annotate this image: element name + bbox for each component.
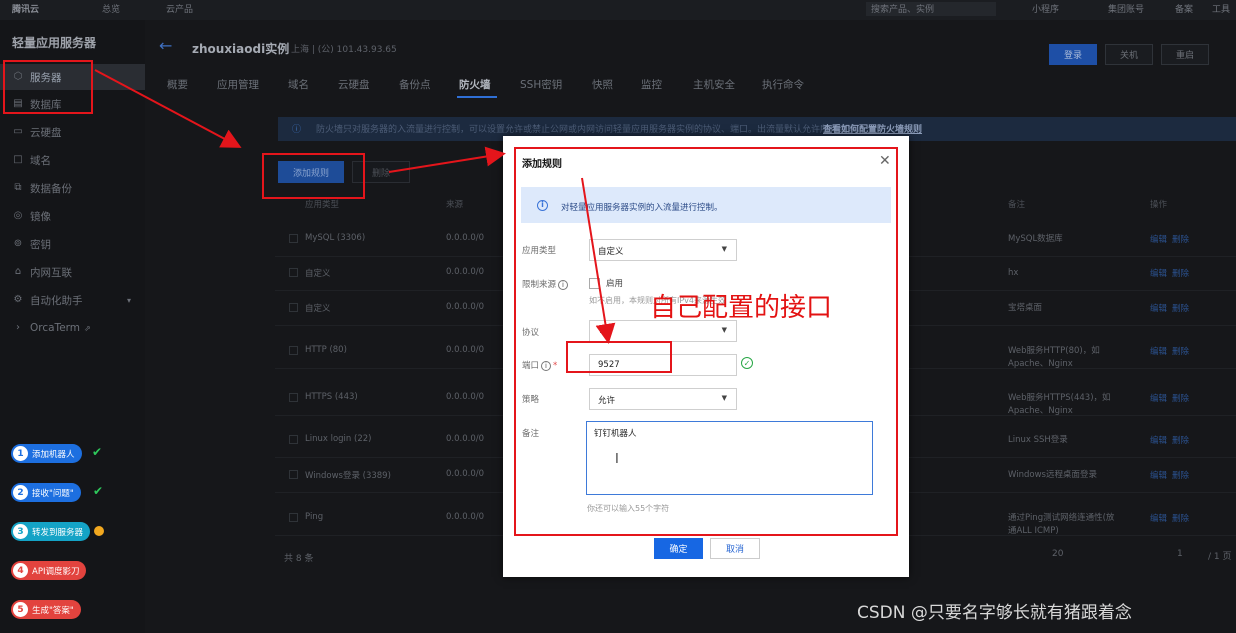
watermark: CSDN @只要名字够长就有猪跟着念	[857, 603, 1132, 623]
annotation-text: 自己配置的接口	[650, 293, 833, 323]
annotation-arrow	[581, 177, 616, 344]
app-window: 腾讯云 总览 云产品 搜索产品、实例 小程序 集团账号 备案 工具 轻量应用服务…	[0, 0, 1236, 633]
annotation-arrow	[94, 69, 242, 148]
annotation-arrows	[94, 69, 616, 344]
annotation-arrow	[388, 146, 506, 173]
